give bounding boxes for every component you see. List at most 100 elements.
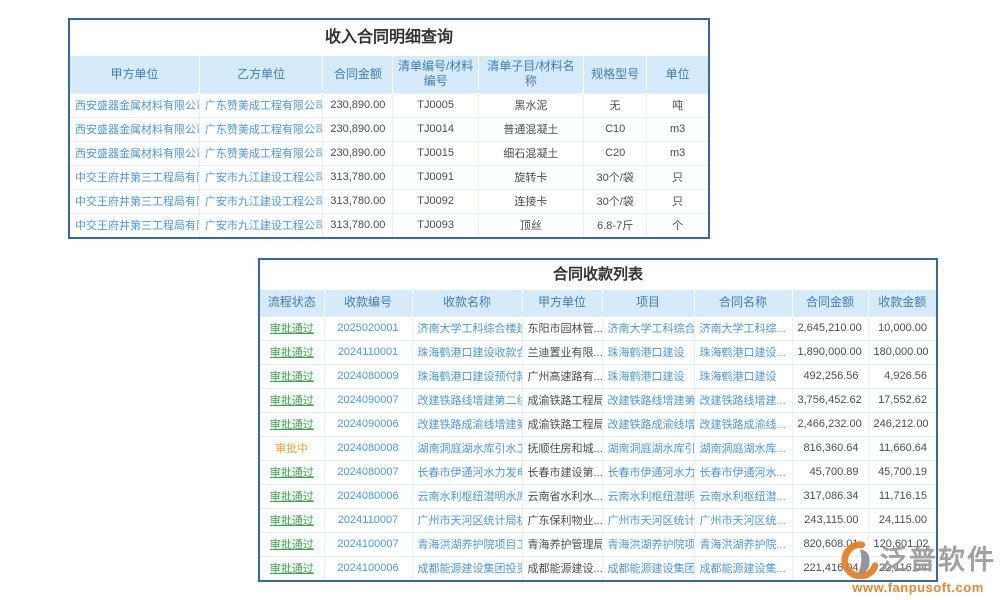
table-row: 审批通过2024100006成都能源建设集团投资有...成都能源建设...成都能…: [260, 556, 936, 580]
cell-contract-amount: 230,890.00: [323, 141, 393, 165]
col-header-item-material-name: 清单子目/材料名称: [478, 56, 583, 93]
cell-contract-name[interactable]: 珠海鹤港口建设...: [694, 340, 792, 364]
cell-contract-amount: 2,645,210.00: [792, 316, 868, 340]
cell-list-no: TJ0005: [393, 93, 478, 117]
cell-contract-name[interactable]: 改建铁路线增建...: [694, 388, 792, 412]
col-header-receipt-amount: 收款金额: [868, 290, 936, 316]
cell-process-status[interactable]: 审批通过: [260, 388, 324, 412]
cell-party-a-unit: 成都能源建设...: [522, 556, 602, 580]
col-header-spec-model: 规格型号: [584, 56, 647, 93]
cell-process-status[interactable]: 审批通过: [260, 364, 324, 388]
cell-receipt-no[interactable]: 2024110007: [324, 508, 412, 532]
cell-project[interactable]: 青海洪湖养护院项目: [602, 532, 694, 556]
cell-receipt-name[interactable]: 广州市天河区统计局机房...: [412, 508, 522, 532]
cell-list-no: TJ0093: [393, 213, 478, 237]
cell-receipt-no[interactable]: 2024090007: [324, 388, 412, 412]
cell-receipt-name[interactable]: 云南水利枢纽潜明水库一...: [412, 484, 522, 508]
cell-party-a-unit: 成渝铁路工程局: [522, 388, 602, 412]
cell-receipt-no[interactable]: 2024100007: [324, 532, 412, 556]
cell-party-a-unit[interactable]: 中交王府井第三工程局有限公司: [70, 165, 199, 189]
cell-receipt-no[interactable]: 2024080008: [324, 436, 412, 460]
cell-party-a-unit[interactable]: 中交王府井第三工程局有限公司: [70, 213, 199, 237]
cell-receipt-name[interactable]: 湖南洞庭湖水库引水工程...: [412, 436, 522, 460]
cell-receipt-name[interactable]: 长春市伊通河水力发电厂...: [412, 460, 522, 484]
cell-receipt-no[interactable]: 2024090006: [324, 412, 412, 436]
cell-project[interactable]: 云南水利枢纽潜明...: [602, 484, 694, 508]
cell-process-status[interactable]: 审批通过: [260, 484, 324, 508]
cell-process-status[interactable]: 审批通过: [260, 532, 324, 556]
cell-party-b-unit[interactable]: 广安市九江建设工程公司: [199, 213, 322, 237]
cell-project[interactable]: 珠海鹤港口建设: [602, 364, 694, 388]
cell-contract-name[interactable]: 云南水利枢纽潜...: [694, 484, 792, 508]
cell-contract-amount: 230,890.00: [323, 93, 393, 117]
cell-process-status[interactable]: 审批通过: [260, 340, 324, 364]
cell-receipt-no[interactable]: 2024110001: [324, 340, 412, 364]
cell-receipt-name[interactable]: 改建铁路成渝线增建第二...: [412, 412, 522, 436]
table-row: 西安盛器金属材料有限公司广东赞美成工程有限公司230,890.00TJ0005黑…: [70, 93, 708, 117]
cell-process-status[interactable]: 审批通过: [260, 460, 324, 484]
cell-party-a-unit[interactable]: 中交王府井第三工程局有限公司: [70, 189, 199, 213]
cell-project[interactable]: 济南大学工科综合...: [602, 316, 694, 340]
cell-party-a-unit: 长春市建设第...: [522, 460, 602, 484]
cell-party-a-unit[interactable]: 西安盛器金属材料有限公司: [70, 117, 199, 141]
cell-receipt-no[interactable]: 2024080006: [324, 484, 412, 508]
cell-process-status[interactable]: 审批通过: [260, 556, 324, 580]
cell-receipt-name[interactable]: 青海洪湖养护院项目工程款: [412, 532, 522, 556]
cell-party-a-unit[interactable]: 西安盛器金属材料有限公司: [70, 141, 199, 165]
cell-party-b-unit[interactable]: 广东赞美成工程有限公司: [199, 141, 322, 165]
cell-contract-name[interactable]: 珠海鹤港口建设: [694, 364, 792, 388]
fanpu-watermark: 泛普软件 www.fanpusoft.com: [840, 541, 996, 594]
cell-receipt-name[interactable]: 改建铁路线增建第二线直...: [412, 388, 522, 412]
cell-contract-name[interactable]: 湖南洞庭湖水库...: [694, 436, 792, 460]
table-row: 西安盛器金属材料有限公司广东赞美成工程有限公司230,890.00TJ0015细…: [70, 141, 708, 165]
cell-party-a-unit[interactable]: 西安盛器金属材料有限公司: [70, 93, 199, 117]
cell-party-b-unit[interactable]: 广安市九江建设工程公司: [199, 165, 322, 189]
cell-party-a-unit: 云南省水利水...: [522, 484, 602, 508]
cell-project[interactable]: 广州市天河区统计...: [602, 508, 694, 532]
cell-project[interactable]: 成都能源建设集团...: [602, 556, 694, 580]
cell-receipt-amount: 180,000.00: [868, 340, 936, 364]
cell-spec-model: C20: [584, 141, 647, 165]
cell-contract-name[interactable]: 长春市伊通河水...: [694, 460, 792, 484]
cell-contract-amount: 45,700.89: [792, 460, 868, 484]
col-header-contract-name: 合同名称: [694, 290, 792, 316]
cell-receipt-no[interactable]: 2024080007: [324, 460, 412, 484]
cell-party-b-unit[interactable]: 广安市九江建设工程公司: [199, 189, 322, 213]
cell-receipt-name[interactable]: 珠海鹤港口建设收款合同: [412, 340, 522, 364]
cell-receipt-no[interactable]: 2024100006: [324, 556, 412, 580]
cell-receipt-name[interactable]: 成都能源建设集团投资有...: [412, 556, 522, 580]
cell-project[interactable]: 长春市伊通河水力...: [602, 460, 694, 484]
cell-party-b-unit[interactable]: 广东赞美成工程有限公司: [199, 117, 322, 141]
cell-project[interactable]: 湖南洞庭湖水库引...: [602, 436, 694, 460]
cell-receipt-name[interactable]: 珠海鹤港口建设预付款: [412, 364, 522, 388]
contract-receipt-list-panel: 合同收款列表 流程状态收款编号收款名称甲方单位项目合同名称合同金额收款金额审批通…: [258, 258, 938, 582]
cell-process-status[interactable]: 审批通过: [260, 508, 324, 532]
cell-receipt-no[interactable]: 2025020001: [324, 316, 412, 340]
cell-process-status[interactable]: 审批中: [260, 436, 324, 460]
cell-party-b-unit[interactable]: 广东赞美成工程有限公司: [199, 93, 322, 117]
cell-contract-amount: 2,466,232.00: [792, 412, 868, 436]
cell-item-material-name: 普通混凝土: [478, 117, 583, 141]
cell-contract-name[interactable]: 广州市天河区统...: [694, 508, 792, 532]
cell-item-material-name: 细石混凝土: [478, 141, 583, 165]
table-row: 审批通过2024110001珠海鹤港口建设收款合同兰迪置业有限...珠海鹤港口建…: [260, 340, 936, 364]
header-row: 甲方单位乙方单位合同金额清单编号/材料编号清单子目/材料名称规格型号单位: [70, 56, 708, 93]
cell-process-status[interactable]: 审批通过: [260, 316, 324, 340]
cell-receipt-amount: 11,660.64: [868, 436, 936, 460]
cell-project[interactable]: 改建铁路线增建第...: [602, 388, 694, 412]
cell-contract-name[interactable]: 改建铁路成渝线...: [694, 412, 792, 436]
table-row: 审批通过2024080007长春市伊通河水力发电厂...长春市建设第...长春市…: [260, 460, 936, 484]
cell-receipt-no[interactable]: 2024080009: [324, 364, 412, 388]
col-header-process-status: 流程状态: [260, 290, 324, 316]
cell-contract-amount: 492,256.56: [792, 364, 868, 388]
cell-contract-name[interactable]: 济南大学工科综...: [694, 316, 792, 340]
cell-project[interactable]: 改建铁路成渝线增...: [602, 412, 694, 436]
cell-contract-name[interactable]: 青海洪湖养护院...: [694, 532, 792, 556]
cell-list-no: TJ0092: [393, 189, 478, 213]
cell-project[interactable]: 珠海鹤港口建设: [602, 340, 694, 364]
cell-receipt-name[interactable]: 济南大学工科综合楼建设...: [412, 316, 522, 340]
cell-receipt-amount: 24,115.00: [868, 508, 936, 532]
cell-process-status[interactable]: 审批通过: [260, 412, 324, 436]
cell-contract-name[interactable]: 成都能源建设集...: [694, 556, 792, 580]
cell-party-a-unit: 成渝铁路工程局: [522, 412, 602, 436]
